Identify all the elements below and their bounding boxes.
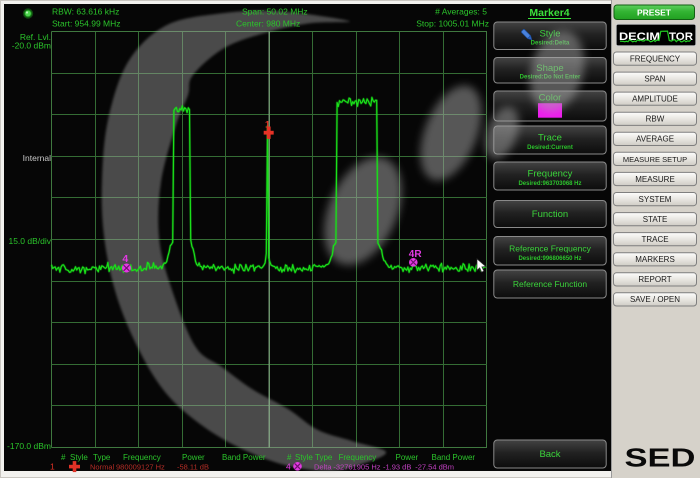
svg-text:FREQUENCY: FREQUENCY — [630, 54, 681, 63]
svg-text:Band Power: Band Power — [432, 453, 476, 462]
svg-text:4: 4 — [286, 462, 291, 472]
svg-text:Normal: Normal — [90, 463, 115, 472]
svg-text:Internal: Internal — [23, 153, 51, 163]
svg-text:Desired:963703068 Hz: Desired:963703068 Hz — [518, 181, 581, 187]
svg-text:MEASURE: MEASURE — [635, 175, 675, 184]
svg-text:4R: 4R — [409, 249, 423, 260]
svg-text:SAVE / OPEN: SAVE / OPEN — [630, 295, 680, 304]
svg-text:RBW: RBW — [646, 115, 665, 124]
svg-text:Desired:Current: Desired:Current — [527, 145, 573, 151]
svg-text:Type: Type — [93, 453, 111, 462]
svg-text:-170.0 dBm: -170.0 dBm — [7, 441, 51, 451]
svg-text:-27.54 dBm: -27.54 dBm — [415, 463, 454, 472]
svg-text:AMPLITUDE: AMPLITUDE — [632, 95, 678, 104]
svg-text:Power: Power — [396, 453, 419, 462]
svg-text:980009127 Hz: 980009127 Hz — [116, 463, 165, 472]
svg-text:Style: Style — [295, 453, 313, 462]
svg-text:Marker4: Marker4 — [529, 7, 569, 19]
svg-text:# Averages: 5: # Averages: 5 — [435, 7, 487, 17]
svg-text:Trace: Trace — [538, 133, 562, 144]
svg-text:RBW: 63.616 kHz: RBW: 63.616 kHz — [52, 7, 119, 17]
svg-text:PRESET: PRESET — [637, 7, 672, 17]
svg-text:-1.93 dB: -1.93 dB — [383, 463, 411, 472]
svg-text:Start: 954.99 MHz: Start: 954.99 MHz — [52, 19, 121, 29]
svg-text:AVERAGE: AVERAGE — [636, 135, 674, 144]
svg-text:-20.0 dBm: -20.0 dBm — [12, 41, 51, 51]
svg-text:Reference Frequency: Reference Frequency — [509, 243, 591, 253]
svg-text:Frequency: Frequency — [528, 169, 573, 180]
svg-text:REPORT: REPORT — [638, 275, 671, 284]
svg-text:Function: Function — [532, 209, 568, 220]
svg-text:Back: Back — [539, 449, 560, 460]
svg-text:Delta: Delta — [314, 463, 332, 472]
svg-text:MARKERS: MARKERS — [635, 255, 675, 264]
svg-text:15.0 dB/div: 15.0 dB/div — [8, 236, 51, 246]
svg-text:Frequency: Frequency — [339, 453, 377, 462]
svg-text:Desired:996806650 Hz: Desired:996806650 Hz — [518, 256, 581, 262]
svg-text:Style: Style — [70, 453, 88, 462]
svg-text:MEASURE SETUP: MEASURE SETUP — [623, 155, 687, 164]
svg-text:Power: Power — [182, 453, 205, 462]
svg-text:TRACE: TRACE — [641, 235, 668, 244]
svg-text:Type: Type — [315, 453, 333, 462]
svg-text:4: 4 — [122, 253, 128, 265]
svg-text:SPAN: SPAN — [644, 75, 665, 84]
svg-text:SED: SED — [625, 443, 696, 473]
svg-text:#: # — [61, 453, 66, 462]
svg-text:STATE: STATE — [643, 215, 668, 224]
svg-text:Center: 980 MHz: Center: 980 MHz — [236, 19, 300, 29]
svg-text:Reference Function: Reference Function — [513, 279, 587, 289]
svg-text:1: 1 — [50, 462, 55, 472]
svg-text:Frequency: Frequency — [123, 453, 161, 462]
svg-text:Band Power: Band Power — [222, 453, 266, 462]
svg-text:SYSTEM: SYSTEM — [639, 195, 672, 204]
svg-text:Span: 50.02 MHz: Span: 50.02 MHz — [242, 7, 308, 17]
svg-text:-32761905 Hz: -32761905 Hz — [333, 463, 380, 472]
svg-text:-58.11 dB: -58.11 dB — [177, 463, 209, 472]
svg-text:Stop: 1005.01 MHz: Stop: 1005.01 MHz — [416, 19, 489, 29]
